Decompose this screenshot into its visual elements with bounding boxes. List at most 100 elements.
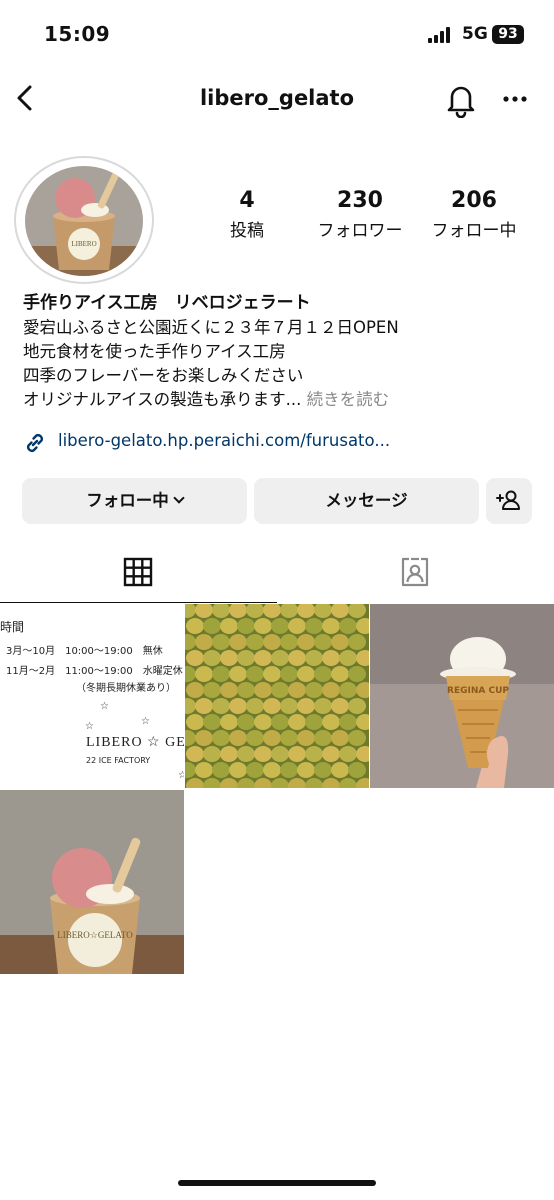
plum-shape: [271, 650, 289, 666]
chevron-left-icon: [17, 85, 32, 111]
post-thumbnail[interactable]: REGINA CUP: [370, 604, 554, 788]
plum-shape: [288, 746, 306, 762]
plum-shape: [212, 762, 230, 778]
plum-shape: [305, 650, 323, 666]
read-more-link[interactable]: 続きを読む: [307, 390, 390, 409]
plum-shape: [246, 666, 264, 682]
link-icon: [27, 434, 43, 452]
plum-shape: [348, 762, 366, 778]
posts-count-value: 4: [239, 188, 255, 213]
profile-link-text[interactable]: libero-gelato.hp.peraichi.com/furusato..…: [58, 431, 390, 450]
following-count-value: 206: [451, 188, 497, 213]
profile-bio: 手作りアイス工房 リベロジェラート 愛宕山ふるさと公園近くに２３年７月１２日OP…: [23, 288, 543, 412]
suggested-users-button[interactable]: [486, 478, 532, 524]
profile-header: libero_gelato: [0, 72, 554, 126]
star-icon: ☆: [85, 721, 94, 732]
battery-icon: 93: [492, 25, 524, 44]
plum-shape: [314, 634, 332, 650]
posts-count-label: 投稿: [230, 221, 264, 241]
plum-shape: [339, 714, 357, 730]
bio-line-last: オリジナルアイスの製造も承ります... 続きを読む: [23, 388, 543, 412]
bell-icon: [447, 86, 475, 119]
plum-shape: [212, 698, 230, 714]
profile-link[interactable]: libero-gelato.hp.peraichi.com/furusato..…: [22, 428, 542, 456]
plum-shape: [254, 714, 272, 730]
plum-shape: [314, 698, 332, 714]
plum-shape: [271, 714, 289, 730]
plum-shape: [314, 666, 332, 682]
plum-shape: [212, 730, 230, 746]
star-icon: ☆: [100, 701, 109, 712]
following-button-label: フォロー中: [86, 491, 169, 510]
following-button[interactable]: フォロー中: [22, 478, 247, 524]
plum-shape: [280, 730, 298, 746]
avatar[interactable]: LIBERO: [25, 166, 143, 276]
plum-shape: [220, 650, 238, 666]
plum-shape: [348, 634, 366, 650]
tab-posts-grid[interactable]: [0, 545, 277, 603]
plum-shape: [195, 666, 213, 682]
followers-count[interactable]: 230 フォロワー: [305, 188, 415, 241]
plum-shape: [254, 618, 272, 634]
plum-shape: [229, 730, 247, 746]
plum-shape: [229, 666, 247, 682]
plum-shape: [237, 650, 255, 666]
plum-shape: [203, 682, 221, 698]
following-count[interactable]: 206 フォロー中: [419, 188, 529, 241]
plum-shape: [280, 634, 298, 650]
plum-shape: [305, 618, 323, 634]
plum-shape: [203, 618, 221, 634]
plum-shape: [237, 682, 255, 698]
gelato-cup-photo: LIBERO: [25, 166, 143, 276]
plum-shape: [322, 746, 340, 762]
post-thumbnail[interactable]: [185, 604, 369, 788]
plum-shape: [263, 634, 281, 650]
plum-shape: [220, 714, 238, 730]
back-button[interactable]: [8, 80, 44, 116]
svg-text:LIBERO: LIBERO: [71, 240, 96, 248]
plum-shape: [220, 618, 238, 634]
plum-shape: [339, 682, 357, 698]
plum-shape: [322, 682, 340, 698]
plum-shape: [229, 698, 247, 714]
plum-shape: [305, 746, 323, 762]
notice-line: 11月〜2月 11:00〜19:00 水曜定休: [6, 666, 183, 677]
profile-display-name: 手作りアイス工房 リベロジェラート: [23, 293, 311, 313]
notifications-button[interactable]: [442, 80, 480, 119]
plum-shape: [297, 762, 315, 778]
profile-tabs: [0, 545, 554, 603]
message-button[interactable]: メッセージ: [254, 478, 479, 524]
plum-shape: [246, 634, 264, 650]
followers-count-label: フォロワー: [317, 221, 403, 241]
plum-shape: [263, 762, 281, 778]
plum-shape: [314, 730, 332, 746]
tab-tagged[interactable]: [277, 545, 554, 603]
plum-shape: [348, 730, 366, 746]
network-type: 5G: [462, 24, 488, 44]
post-thumbnail[interactable]: 時間 3月〜10月 10:00〜19:00 無休 11月〜2月 11:00〜19…: [0, 604, 184, 788]
plum-shape: [246, 698, 264, 714]
plum-shape: [339, 618, 357, 634]
post-thumbnail[interactable]: LIBERO☆GELATO: [0, 790, 184, 974]
plum-shape: [229, 634, 247, 650]
plum-shape: [203, 714, 221, 730]
plum-shape: [348, 666, 366, 682]
signal-icon: [428, 27, 454, 43]
more-options-button[interactable]: [496, 80, 536, 118]
plum-shape: [322, 650, 340, 666]
posts-count[interactable]: 4 投稿: [192, 188, 302, 241]
plums-photo: [185, 604, 369, 788]
profile-stats: 4 投稿 230 フォロワー 206 フォロー中: [200, 188, 540, 248]
plum-shape: [339, 746, 357, 762]
plum-shape: [237, 746, 255, 762]
plum-shape: [280, 698, 298, 714]
plum-shape: [195, 730, 213, 746]
plum-shape: [263, 730, 281, 746]
plum-shape: [280, 666, 298, 682]
plum-shape: [237, 714, 255, 730]
notice-title: 時間: [0, 620, 25, 634]
status-time: 15:09: [44, 22, 111, 46]
home-indicator[interactable]: [178, 1180, 376, 1186]
star-icon: ☆: [178, 770, 184, 781]
plum-shape: [331, 666, 349, 682]
